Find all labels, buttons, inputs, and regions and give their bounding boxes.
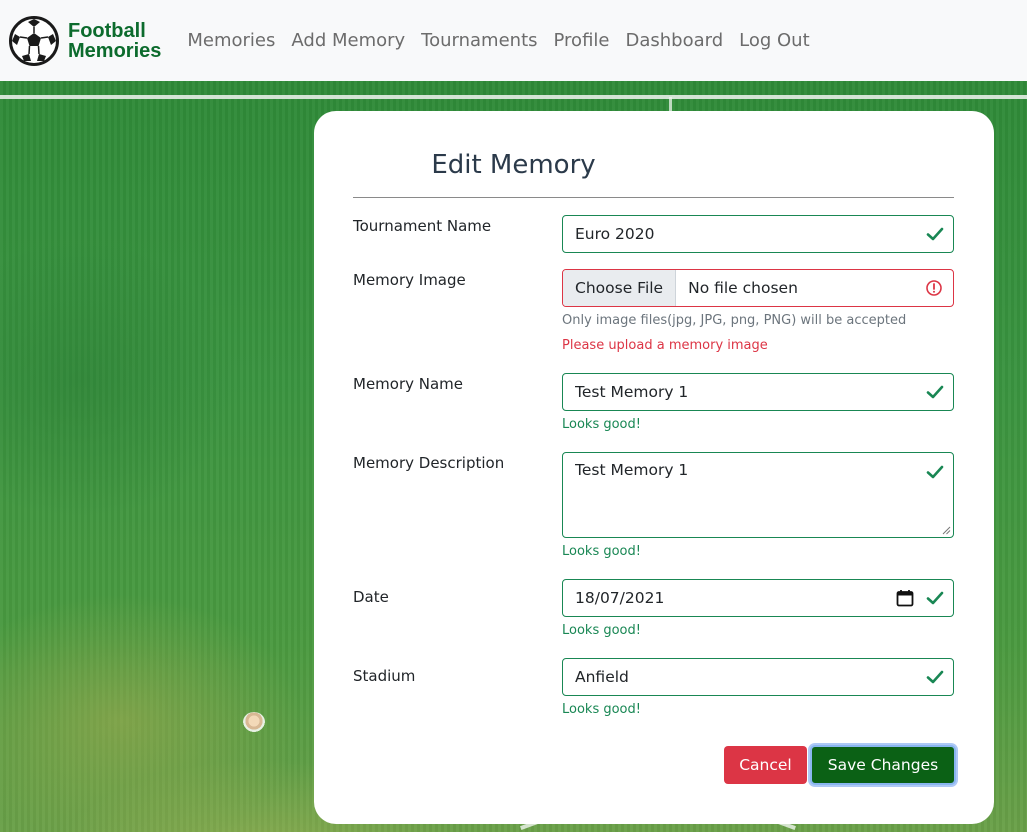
image-error-text: Please upload a memory image [562,338,768,353]
stadium-label: Stadium [353,667,416,685]
nav-link-log-out[interactable]: Log Out [739,30,810,51]
date-label: Date [353,588,389,606]
brand-line-1: Football [68,19,146,42]
resize-handle-icon[interactable] [942,526,951,535]
navbar: Football Memories Memories Add Memory To… [0,0,1027,81]
memory-image-label: Memory Image [353,271,466,289]
player-figure [243,712,265,732]
file-status-text: No file chosen [688,279,798,297]
choose-file-button[interactable]: Choose File [563,270,677,306]
save-changes-button[interactable]: Save Changes [810,745,956,785]
nav-link-dashboard[interactable]: Dashboard [625,30,723,51]
valid-check-icon [926,227,944,241]
memory-name-label: Memory Name [353,375,464,393]
valid-check-icon [926,385,944,399]
nav-link-memories[interactable]: Memories [187,30,275,51]
date-input[interactable]: 18/07/2021 [562,579,954,617]
error-icon [926,280,942,296]
valid-check-icon [926,465,944,479]
stadium-value: Anfield [575,668,629,686]
memory-name-feedback: Looks good! [562,417,641,432]
pitch-line [0,95,1027,99]
nav-link-profile[interactable]: Profile [554,30,610,51]
stadium-input[interactable]: Anfield [562,658,954,696]
brand-line-2: Memories [68,39,162,62]
valid-check-icon [926,670,944,684]
tournament-name-input[interactable]: Euro 2020 [562,215,954,253]
nav-link-add-memory[interactable]: Add Memory [291,30,405,51]
valid-check-icon [926,591,944,605]
soccer-ball-icon [9,15,59,66]
memory-description-textarea[interactable]: Test Memory 1 [562,452,954,538]
memory-description-label: Memory Description [353,454,505,472]
nav-links: Memories Add Memory Tournaments Profile … [187,30,825,51]
date-feedback: Looks good! [562,623,641,638]
brand[interactable]: Football Memories [9,15,161,66]
title-divider [353,197,954,198]
memory-description-value: Test Memory 1 [575,461,689,479]
memory-name-input[interactable]: Test Memory 1 [562,373,954,411]
brand-name: Football Memories [68,21,161,61]
nav-link-tournaments[interactable]: Tournaments [421,30,537,51]
date-value: 18/07/2021 [575,589,665,607]
cancel-button[interactable]: Cancel [724,746,807,784]
pitch-line [669,97,672,111]
tournament-name-value: Euro 2020 [575,225,655,243]
image-help-text: Only image files(jpg, JPG, png, PNG) wil… [562,313,907,328]
stadium-feedback: Looks good! [562,702,641,717]
page-title: Edit Memory [431,150,596,180]
memory-description-feedback: Looks good! [562,544,641,559]
memory-image-file-input[interactable]: Choose File No file chosen [562,269,954,307]
memory-name-value: Test Memory 1 [575,383,689,401]
tournament-name-label: Tournament Name [353,217,492,235]
calendar-icon[interactable] [895,588,915,608]
